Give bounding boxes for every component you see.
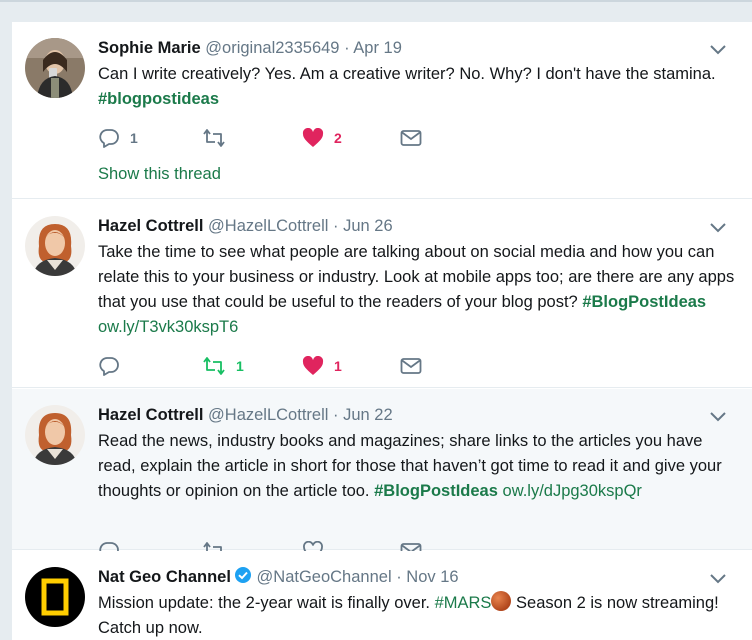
reply-button[interactable]: 1 (98, 127, 138, 149)
hashtag-link[interactable]: #blogpostideas (98, 90, 219, 108)
like-count: 2 (334, 130, 342, 146)
tweet-date[interactable]: Jun 26 (343, 217, 393, 235)
direct-message-button[interactable] (400, 355, 422, 377)
envelope-icon (400, 358, 422, 374)
hashtag-link[interactable]: #BlogPostIdeas (582, 293, 706, 311)
avatar[interactable] (25, 405, 85, 465)
url-link[interactable]: ow.ly/dJpg30kspQr (503, 482, 642, 500)
tweet-header: Nat Geo Channel @NatGeoChannel · Nov 16 (98, 566, 459, 588)
tweet-body: Can I write creatively? Yes. Am a creati… (98, 65, 716, 83)
tweet-item[interactable]: Hazel Cottrell @HazelLCottrell · Jun 22 … (12, 389, 752, 561)
top-strip (0, 0, 752, 22)
separator-dot: · (333, 406, 339, 424)
tweet-item[interactable]: Nat Geo Channel @NatGeoChannel · Nov 16 … (12, 551, 752, 640)
tweet-text: Take the time to see what people are tal… (98, 240, 738, 340)
avatar[interactable] (25, 38, 85, 98)
retweet-count: 1 (236, 358, 244, 374)
reply-count: 1 (130, 130, 138, 146)
url-link[interactable]: ow.ly/T3vk30kspT6 (98, 318, 238, 336)
tweet-actions: 1 2 (98, 127, 518, 149)
retweet-button[interactable]: 1 (202, 355, 244, 377)
tweet-header: Sophie Marie @original2335649 · Apr 19 (98, 37, 402, 59)
verified-badge-icon (234, 567, 251, 583)
author-handle[interactable]: @original2335649 (205, 39, 339, 57)
author-name[interactable]: Hazel Cottrell (98, 217, 203, 235)
separator-dot: · (344, 39, 350, 57)
author-handle[interactable]: @NatGeoChannel (257, 568, 392, 586)
like-count: 1 (334, 358, 342, 374)
avatar[interactable] (25, 216, 85, 276)
tweet-body: Mission update: the 2-year wait is final… (98, 594, 430, 612)
author-name[interactable]: Sophie Marie (98, 39, 201, 57)
tweet-text: Read the news, industry books and magazi… (98, 429, 738, 504)
separator-dot: · (333, 217, 339, 235)
reply-button[interactable] (98, 355, 120, 377)
author-name[interactable]: Nat Geo Channel (98, 568, 231, 586)
tweet-date[interactable]: Apr 19 (353, 39, 402, 57)
author-name[interactable]: Hazel Cottrell (98, 406, 203, 424)
author-handle[interactable]: @HazelLCottrell (208, 406, 328, 424)
retweet-button[interactable] (202, 127, 226, 149)
reply-icon (99, 357, 119, 376)
retweet-icon (203, 357, 225, 375)
tweet-date[interactable]: Jun 22 (343, 406, 393, 424)
heart-icon (302, 356, 324, 375)
avatar[interactable] (25, 567, 85, 627)
tweet-date[interactable]: Nov 16 (406, 568, 458, 586)
envelope-icon (400, 130, 422, 146)
like-button[interactable]: 1 (302, 355, 342, 377)
tweet-header: Hazel Cottrell @HazelLCottrell · Jun 26 (98, 215, 393, 237)
chevron-down-icon[interactable] (708, 409, 728, 423)
retweet-icon (203, 129, 225, 147)
tweet-item[interactable]: Sophie Marie @original2335649 · Apr 19 C… (12, 22, 752, 199)
mars-planet-icon (491, 591, 512, 611)
heart-icon (302, 128, 324, 147)
chevron-down-icon[interactable] (708, 220, 728, 234)
tweet-actions: 1 1 (98, 355, 518, 377)
separator-dot: · (396, 568, 402, 586)
author-handle[interactable]: @HazelLCottrell (208, 217, 328, 235)
tweet-timeline: Sophie Marie @original2335649 · Apr 19 C… (12, 22, 752, 640)
reply-icon (99, 129, 119, 148)
tweet-item[interactable]: Hazel Cottrell @HazelLCottrell · Jun 26 … (12, 200, 752, 388)
tweet-header: Hazel Cottrell @HazelLCottrell · Jun 22 (98, 404, 393, 426)
tweet-text: Mission update: the 2-year wait is final… (98, 591, 738, 640)
like-button[interactable]: 2 (302, 127, 342, 149)
show-thread-link[interactable]: Show this thread (98, 165, 221, 184)
tweet-text: Can I write creatively? Yes. Am a creati… (98, 62, 738, 112)
hashtag-link[interactable]: #MARS (435, 594, 492, 612)
chevron-down-icon[interactable] (708, 42, 728, 56)
hashtag-link[interactable]: #BlogPostIdeas (374, 482, 498, 500)
chevron-down-icon[interactable] (708, 571, 728, 585)
direct-message-button[interactable] (400, 127, 422, 149)
